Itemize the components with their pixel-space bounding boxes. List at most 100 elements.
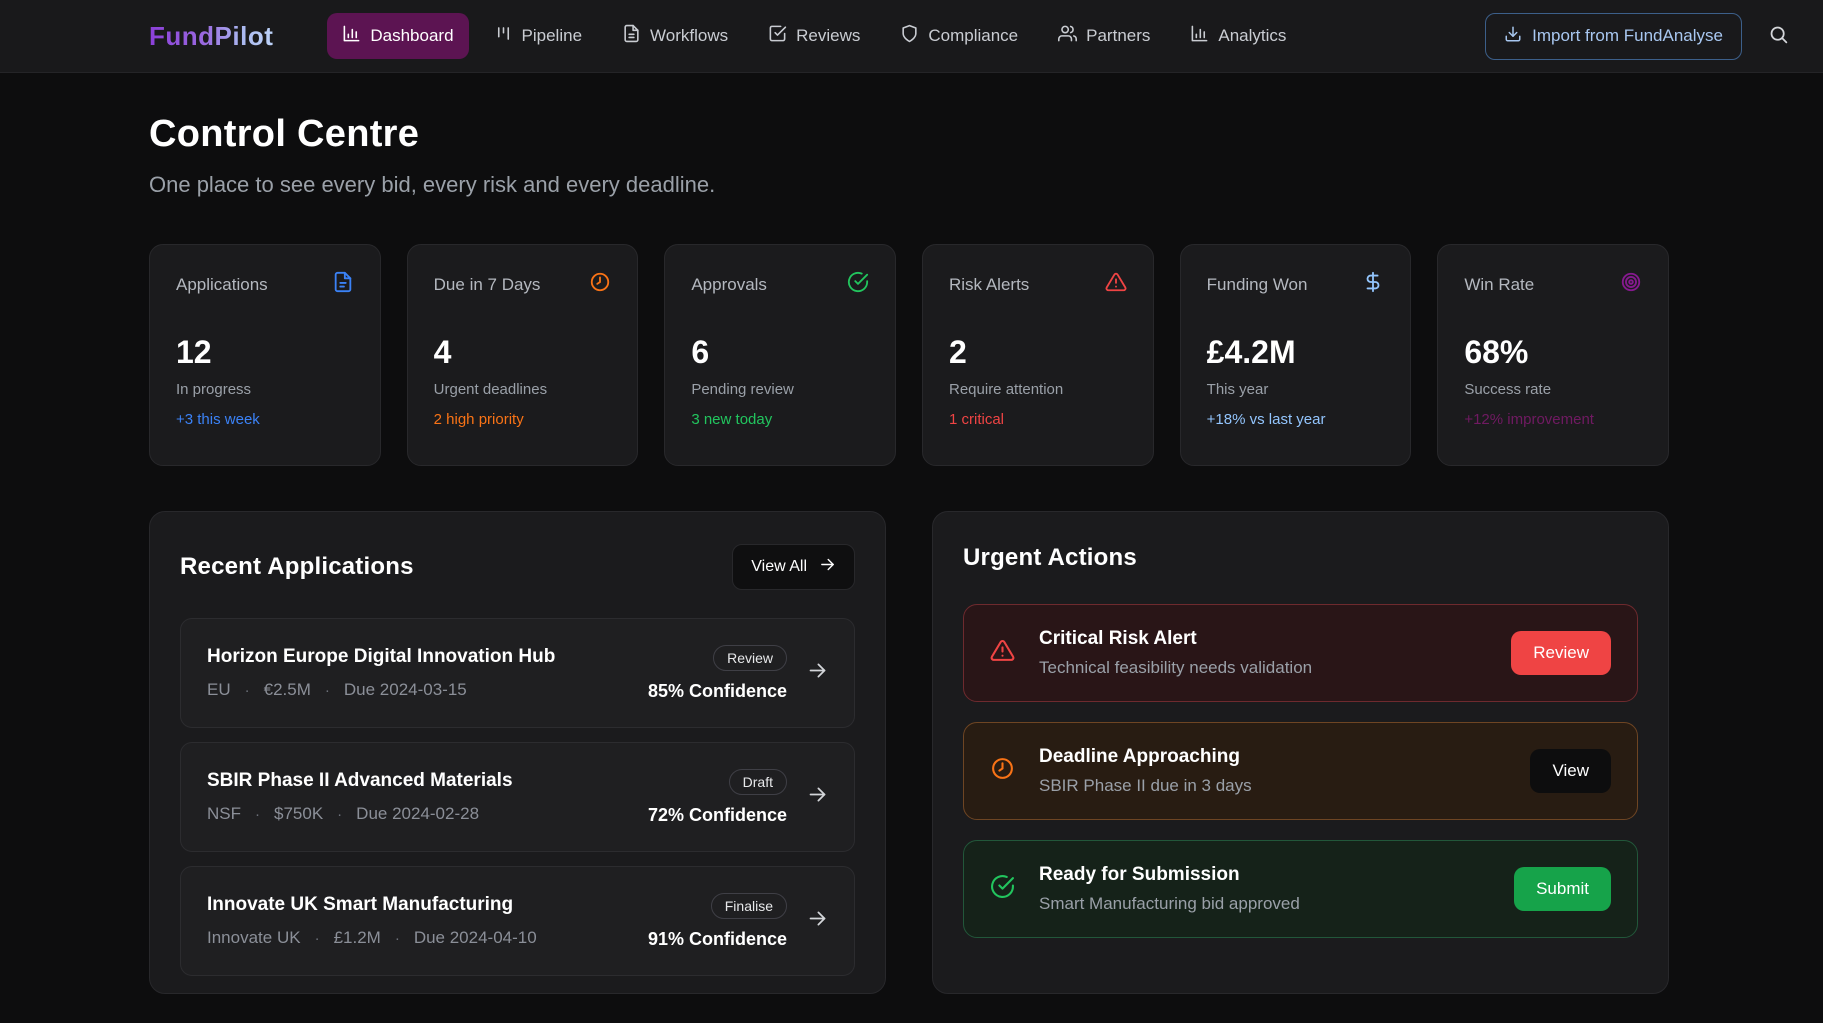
application-source: Innovate UK <box>207 928 301 948</box>
dot-separator: · <box>337 806 342 823</box>
dot-separator: · <box>255 806 260 823</box>
bar-chart-icon <box>1190 24 1209 48</box>
navbar: FundPilot Dashboard Pipeline Workflows <box>0 0 1823 73</box>
status-badge: Draft <box>729 769 787 795</box>
application-due-date: Due 2024-04-10 <box>414 928 537 948</box>
alert-triangle-icon <box>1105 271 1127 298</box>
target-icon <box>1620 271 1642 298</box>
panels-row: Recent Applications View All Horizon Eur… <box>149 511 1669 994</box>
arrow-right-icon[interactable] <box>807 908 828 934</box>
stat-card-applications: Applications 12 In progress +3 this week <box>149 244 381 466</box>
stat-trend: 3 new today <box>691 411 869 428</box>
stat-sublabel: Success rate <box>1464 381 1642 398</box>
search-button[interactable] <box>1768 24 1789 48</box>
nav-item-compliance[interactable]: Compliance <box>885 13 1033 59</box>
review-button[interactable]: Review <box>1511 631 1611 675</box>
brand-logo[interactable]: FundPilot <box>149 21 273 52</box>
urgent-actions-title: Urgent Actions <box>963 544 1137 572</box>
nav-label: Compliance <box>928 26 1018 46</box>
application-row-horizon-europe[interactable]: Horizon Europe Digital Innovation Hub EU… <box>180 618 855 728</box>
stat-card-due-7-days: Due in 7 Days 4 Urgent deadlines 2 high … <box>407 244 639 466</box>
app-root: FundPilot Dashboard Pipeline Workflows <box>0 0 1823 1023</box>
application-due-date: Due 2024-03-15 <box>344 680 467 700</box>
application-row-innovate-uk[interactable]: Innovate UK Smart Manufacturing Innovate… <box>180 866 855 976</box>
stat-value: 2 <box>949 334 1127 371</box>
stat-label: Win Rate <box>1464 275 1534 295</box>
users-icon <box>1058 24 1077 48</box>
view-all-button[interactable]: View All <box>732 544 855 590</box>
document-icon <box>622 24 641 48</box>
nav-item-analytics[interactable]: Analytics <box>1175 13 1301 59</box>
urgent-actions-panel: Urgent Actions Critical Risk Alert Techn… <box>932 511 1669 994</box>
main-nav: Dashboard Pipeline Workflows Reviews <box>327 13 1301 59</box>
stat-sublabel: This year <box>1207 381 1385 398</box>
application-amount: €2.5M <box>264 680 311 700</box>
import-from-fundanalyse-button[interactable]: Import from FundAnalyse <box>1485 13 1742 60</box>
recent-applications-panel: Recent Applications View All Horizon Eur… <box>149 511 886 994</box>
application-amount: $750K <box>274 804 323 824</box>
recent-applications-title: Recent Applications <box>180 553 414 581</box>
clock-icon <box>990 756 1015 786</box>
view-button[interactable]: View <box>1530 749 1611 793</box>
clock-icon <box>589 271 611 298</box>
stat-value: £4.2M <box>1207 334 1385 371</box>
stat-card-risk-alerts: Risk Alerts 2 Require attention 1 critic… <box>922 244 1154 466</box>
dot-separator: · <box>395 930 400 947</box>
nav-label: Pipeline <box>522 26 583 46</box>
arrow-right-icon[interactable] <box>807 784 828 810</box>
application-list: Horizon Europe Digital Innovation Hub EU… <box>180 618 855 976</box>
nav-label: Analytics <box>1218 26 1286 46</box>
main-content: Control Centre One place to see every bi… <box>149 113 1669 994</box>
document-icon <box>332 271 354 298</box>
stat-sublabel: Urgent deadlines <box>434 381 612 398</box>
stat-sublabel: Require attention <box>949 381 1127 398</box>
application-source: EU <box>207 680 231 700</box>
stat-trend: +3 this week <box>176 411 354 428</box>
stat-trend: +12% improvement <box>1464 411 1642 428</box>
search-icon <box>1768 24 1789 48</box>
nav-label: Dashboard <box>370 26 453 46</box>
action-subtitle: Technical feasibility needs validation <box>1039 658 1511 678</box>
status-badge: Finalise <box>711 893 787 919</box>
nav-item-workflows[interactable]: Workflows <box>607 13 743 59</box>
stat-trend: 2 high priority <box>434 411 612 428</box>
application-title: Innovate UK Smart Manufacturing <box>207 894 537 916</box>
check-circle-icon <box>847 271 869 298</box>
status-badge: Review <box>713 645 787 671</box>
alert-triangle-icon <box>990 638 1015 668</box>
nav-item-reviews[interactable]: Reviews <box>753 13 875 59</box>
stat-card-approvals: Approvals 6 Pending review 3 new today <box>664 244 896 466</box>
nav-label: Workflows <box>650 26 728 46</box>
action-card-deadline: Deadline Approaching SBIR Phase II due i… <box>963 722 1638 820</box>
nav-item-pipeline[interactable]: Pipeline <box>479 13 598 59</box>
import-button-label: Import from FundAnalyse <box>1532 26 1723 46</box>
page-title: Control Centre <box>149 113 1669 156</box>
kanban-icon <box>494 24 513 48</box>
dot-separator: · <box>245 682 250 699</box>
action-subtitle: Smart Manufacturing bid approved <box>1039 894 1514 914</box>
nav-item-partners[interactable]: Partners <box>1043 13 1165 59</box>
action-title: Ready for Submission <box>1039 864 1514 886</box>
stat-card-win-rate: Win Rate 68% Success rate +12% improveme… <box>1437 244 1669 466</box>
check-circle-icon <box>990 874 1015 904</box>
application-row-sbir-phase-2[interactable]: SBIR Phase II Advanced Materials NSF · $… <box>180 742 855 852</box>
download-icon <box>1504 25 1522 48</box>
dollar-icon <box>1362 271 1384 298</box>
action-title: Critical Risk Alert <box>1039 628 1511 650</box>
stat-value: 6 <box>691 334 869 371</box>
bar-chart-icon <box>342 24 361 48</box>
page-subtitle: One place to see every bid, every risk a… <box>149 172 1669 198</box>
check-square-icon <box>768 24 787 48</box>
navbar-right: Import from FundAnalyse <box>1485 13 1789 60</box>
action-card-ready-submission: Ready for Submission Smart Manufacturing… <box>963 840 1638 938</box>
urgent-actions-list: Critical Risk Alert Technical feasibilit… <box>963 604 1638 938</box>
arrow-right-icon <box>819 556 836 578</box>
nav-label: Partners <box>1086 26 1150 46</box>
nav-item-dashboard[interactable]: Dashboard <box>327 13 468 59</box>
stat-label: Funding Won <box>1207 275 1308 295</box>
submit-button[interactable]: Submit <box>1514 867 1611 911</box>
shield-icon <box>900 24 919 48</box>
stat-sublabel: Pending review <box>691 381 869 398</box>
arrow-right-icon[interactable] <box>807 660 828 686</box>
confidence-label: 85% Confidence <box>648 681 787 702</box>
